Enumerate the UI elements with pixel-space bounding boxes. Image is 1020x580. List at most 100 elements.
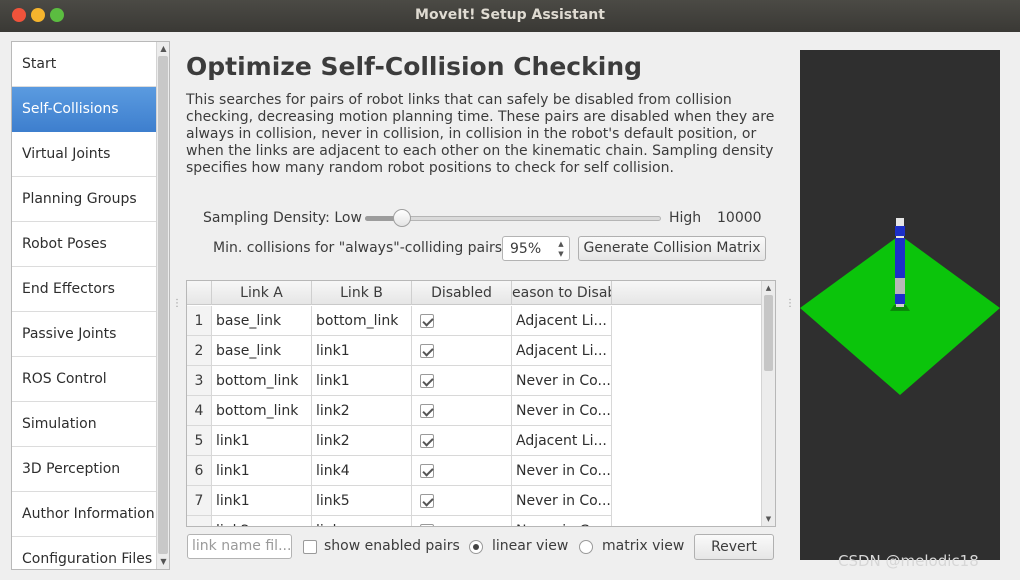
cell-disabled[interactable]: [412, 486, 512, 516]
row-number: 2: [187, 336, 212, 366]
table-scrollbar-thumb[interactable]: [764, 295, 773, 371]
sidebar-item-configuration-files[interactable]: Configuration Files: [12, 537, 157, 569]
cell-link-b[interactable]: link5: [312, 486, 412, 516]
row-number: 6: [187, 456, 212, 486]
column-header-link-b[interactable]: Link B: [312, 281, 412, 305]
show-enabled-pairs-checkbox[interactable]: [303, 540, 317, 554]
sidebar-item-3d-perception[interactable]: 3D Perception: [12, 447, 157, 492]
column-header-reason[interactable]: eason to Disab: [512, 281, 612, 305]
linear-view-radio[interactable]: [469, 540, 483, 554]
sidebar-item-self-collisions[interactable]: Self-Collisions: [12, 87, 157, 132]
left-splitter-handle[interactable]: ⋮: [172, 298, 182, 309]
cell-disabled[interactable]: [412, 366, 512, 396]
disabled-checkbox[interactable]: [420, 524, 434, 526]
table-row[interactable]: 1 base_link bottom_link Adjacent Li...: [187, 306, 763, 336]
cell-reason[interactable]: Adjacent Li...: [512, 336, 612, 366]
sampling-density-value: 10000: [717, 210, 762, 226]
show-enabled-pairs-label[interactable]: show enabled pairs: [324, 538, 460, 554]
sidebar-item-robot-poses[interactable]: Robot Poses: [12, 222, 157, 267]
matrix-view-radio[interactable]: [579, 540, 593, 554]
cell-reason[interactable]: Never in Co...: [512, 396, 612, 426]
cell-reason[interactable]: Never in Co: [512, 516, 612, 526]
spin-arrows[interactable]: ▲ ▼: [556, 239, 566, 259]
window-title: MoveIt! Setup Assistant: [415, 7, 605, 23]
cell-link-a[interactable]: bottom_link: [212, 396, 312, 426]
cell-link-b[interactable]: link2: [312, 426, 412, 456]
spin-up-icon[interactable]: ▲: [556, 239, 566, 249]
column-header-disabled[interactable]: Disabled: [412, 281, 512, 305]
sampling-density-slider[interactable]: [365, 209, 661, 227]
table-row[interactable]: 5 link1 link2 Adjacent Li...: [187, 426, 763, 456]
cell-link-b[interactable]: link4: [312, 456, 412, 486]
link-name-filter-input[interactable]: link name fil...: [187, 534, 292, 559]
sidebar-scrollbar-thumb[interactable]: [158, 56, 168, 554]
cell-disabled[interactable]: [412, 516, 512, 526]
cell-disabled[interactable]: [412, 336, 512, 366]
spin-down-icon[interactable]: ▼: [556, 249, 566, 259]
sidebar: Start Self-Collisions Virtual Joints Pla…: [11, 41, 170, 570]
table-row[interactable]: 3 bottom_link link1 Never in Co...: [187, 366, 763, 396]
disabled-checkbox[interactable]: [420, 434, 434, 448]
cell-link-b[interactable]: bottom_link: [312, 306, 412, 336]
cell-reason[interactable]: Adjacent Li...: [512, 306, 612, 336]
cell-link-a[interactable]: base_link: [212, 306, 312, 336]
disabled-checkbox[interactable]: [420, 314, 434, 328]
sidebar-scrollbar[interactable]: ▲ ▼: [156, 42, 169, 569]
sidebar-item-simulation[interactable]: Simulation: [12, 402, 157, 447]
slider-handle[interactable]: [393, 209, 411, 227]
cell-link-a[interactable]: link2: [212, 516, 312, 526]
robot-3d-viewport[interactable]: [800, 50, 1000, 560]
table-row[interactable]: 2 base_link link1 Adjacent Li...: [187, 336, 763, 366]
row-number: 4: [187, 396, 212, 426]
column-header-link-a[interactable]: Link A ▼: [212, 281, 312, 305]
table-row[interactable]: link2link_pa Never in Co: [187, 516, 763, 526]
revert-button[interactable]: Revert: [694, 534, 774, 560]
cell-link-a[interactable]: bottom_link: [212, 366, 312, 396]
cell-reason[interactable]: Never in Co...: [512, 486, 612, 516]
min-collisions-spinbox[interactable]: 95% ▲ ▼: [502, 236, 570, 261]
scroll-down-icon[interactable]: ▼: [762, 513, 775, 525]
disabled-checkbox[interactable]: [420, 404, 434, 418]
table-row[interactable]: 7 link1 link5 Never in Co...: [187, 486, 763, 516]
sidebar-item-end-effectors[interactable]: End Effectors: [12, 267, 157, 312]
cell-reason[interactable]: Never in Co...: [512, 456, 612, 486]
cell-link-b[interactable]: link1: [312, 336, 412, 366]
row-number: 1: [187, 306, 212, 336]
sidebar-item-start[interactable]: Start: [12, 42, 157, 87]
cell-reason[interactable]: Never in Co...: [512, 366, 612, 396]
sidebar-item-planning-groups[interactable]: Planning Groups: [12, 177, 157, 222]
sidebar-item-passive-joints[interactable]: Passive Joints: [12, 312, 157, 357]
cell-link-a[interactable]: base_link: [212, 336, 312, 366]
robot-link-4: [895, 226, 905, 236]
cell-disabled[interactable]: [412, 306, 512, 336]
matrix-view-label[interactable]: matrix view: [602, 538, 684, 554]
table-row[interactable]: 6 link1 link4 Never in Co...: [187, 456, 763, 486]
disabled-checkbox[interactable]: [420, 464, 434, 478]
sidebar-item-ros-control[interactable]: ROS Control: [12, 357, 157, 402]
scroll-up-icon[interactable]: ▲: [157, 43, 169, 55]
row-number-header: [187, 281, 212, 305]
right-splitter-handle[interactable]: ⋮: [785, 298, 795, 309]
cell-link-b[interactable]: link2: [312, 396, 412, 426]
min-collisions-value[interactable]: 95%: [510, 241, 541, 257]
cell-link-b[interactable]: link1: [312, 366, 412, 396]
disabled-checkbox[interactable]: [420, 344, 434, 358]
sidebar-item-author-information[interactable]: Author Information: [12, 492, 157, 537]
table-scrollbar[interactable]: ▲ ▼: [761, 281, 775, 526]
cell-disabled[interactable]: [412, 456, 512, 486]
generate-collision-matrix-button[interactable]: Generate Collision Matrix: [578, 236, 766, 261]
cell-disabled[interactable]: [412, 396, 512, 426]
cell-link-b[interactable]: link_pa: [312, 516, 412, 526]
disabled-checkbox[interactable]: [420, 494, 434, 508]
sidebar-item-virtual-joints[interactable]: Virtual Joints: [12, 132, 157, 177]
cell-link-a[interactable]: link1: [212, 426, 312, 456]
table-row[interactable]: 4 bottom_link link2 Never in Co...: [187, 396, 763, 426]
cell-reason[interactable]: Adjacent Li...: [512, 426, 612, 456]
cell-link-a[interactable]: link1: [212, 486, 312, 516]
scroll-down-icon[interactable]: ▼: [157, 556, 169, 568]
scroll-up-icon[interactable]: ▲: [762, 282, 775, 294]
cell-disabled[interactable]: [412, 426, 512, 456]
cell-link-a[interactable]: link1: [212, 456, 312, 486]
linear-view-label[interactable]: linear view: [492, 538, 568, 554]
disabled-checkbox[interactable]: [420, 374, 434, 388]
